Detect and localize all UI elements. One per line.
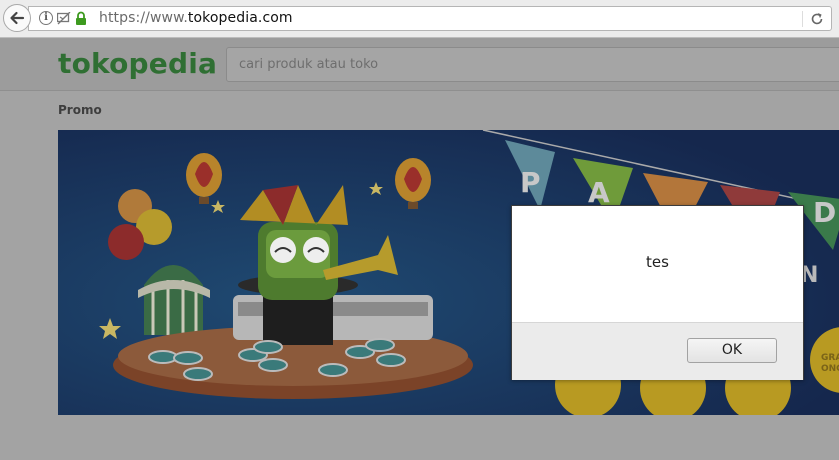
lock-icon[interactable]: [75, 11, 87, 26]
address-bar[interactable]: i https://www.tokopedia.com: [28, 6, 832, 31]
site-header: tokopedia cari produk atau toko: [0, 39, 839, 91]
banner-badge-text: GRA: [821, 353, 839, 363]
promo-heading: Promo: [58, 103, 102, 117]
url-host: tokopedia.com: [187, 10, 293, 26]
info-icon[interactable]: i: [39, 11, 53, 25]
tracking-protection-icon[interactable]: [57, 12, 71, 25]
url-scheme: https://www.: [99, 10, 188, 26]
browser-toolbar: i https://www.tokopedia.com: [0, 0, 839, 38]
banner-letter-p: P: [520, 166, 541, 199]
alert-footer: OK: [512, 322, 803, 380]
reload-icon[interactable]: [809, 11, 825, 27]
url-divider: [802, 11, 803, 27]
site-logo[interactable]: tokopedia: [58, 47, 217, 81]
back-arrow-icon: [10, 11, 25, 25]
alert-dialog: tes OK: [511, 205, 804, 380]
banner-letter-d: D: [813, 196, 836, 229]
alert-message: tes: [646, 253, 669, 271]
back-button[interactable]: [3, 4, 31, 32]
search-placeholder: cari produk atau toko: [239, 57, 379, 72]
banner-badge-text-2: ONG: [821, 364, 839, 374]
search-input[interactable]: cari produk atau toko: [226, 47, 839, 82]
ok-button[interactable]: OK: [687, 338, 777, 363]
url-text[interactable]: https://www.tokopedia.com: [99, 10, 293, 26]
